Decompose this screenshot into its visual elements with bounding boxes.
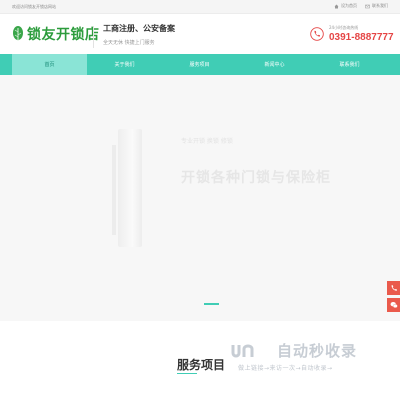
logo-text: 锁友开锁店 <box>27 27 100 43</box>
watermark: 自动秒收录 做上链接→来访一次→自动收录→ <box>230 340 357 372</box>
banner-door-edge <box>112 145 116 235</box>
watermark-logo-icon <box>231 344 254 357</box>
services-title: 服务项目 <box>177 358 226 372</box>
phone-icon <box>391 285 397 291</box>
slogan: 工商注册、公安备案 全天无休 快捷上门服务 <box>103 23 175 46</box>
float-phone-button[interactable] <box>387 281 400 295</box>
slider-indicator[interactable] <box>204 303 219 305</box>
banner-headline: 开锁各种门锁与保险柜 <box>181 170 331 186</box>
banner-subtitle: 专业开锁 换锁 修锁 <box>181 138 233 145</box>
contact-link[interactable]: 联系我们 <box>365 3 388 9</box>
nav-item-news[interactable]: 新闻中心 <box>237 54 312 75</box>
top-bar: 欢迎访问锁友开锁店网站 设为首页 联系我们 <box>0 0 400 14</box>
hotline[interactable]: 24小时咨询热线 0391-8887777 <box>309 25 394 43</box>
set-homepage-label: 设为首页 <box>341 3 357 8</box>
hotline-text: 24小时咨询热线 0391-8887777 <box>329 25 394 43</box>
float-wechat-button[interactable] <box>387 298 400 312</box>
contact-link-label: 联系我们 <box>372 3 388 8</box>
wechat-icon <box>390 302 398 308</box>
main-nav: 首页 关于我们 服务项目 新闻中心 联系我们 <box>0 54 400 75</box>
watermark-main-text: 自动秒收录 <box>277 342 358 360</box>
hotline-number: 0391-8887777 <box>329 32 394 43</box>
watermark-main-row: 自动秒收录 <box>230 340 357 361</box>
site-header: 锁友开锁店 工商注册、公安备案 全天无休 快捷上门服务 24小时咨询热线 039… <box>0 14 400 54</box>
phone-icon <box>309 26 325 42</box>
welcome-text: 欢迎访问锁友开锁店网站 <box>12 4 56 9</box>
nav-item-services[interactable]: 服务项目 <box>162 54 237 75</box>
services-title-underline <box>177 373 197 374</box>
top-links: 设为首页 联系我们 <box>334 3 388 9</box>
watermark-sub-text: 做上链接→来访一次→自动收录→ <box>238 365 333 372</box>
nav-item-about[interactable]: 关于我们 <box>87 54 162 75</box>
message-icon <box>365 4 370 8</box>
home-icon <box>334 4 339 8</box>
nav-item-home[interactable]: 首页 <box>12 54 87 75</box>
nav-item-contact[interactable]: 联系我们 <box>312 54 387 75</box>
set-homepage-link[interactable]: 设为首页 <box>334 3 357 9</box>
leaf-logo-icon <box>13 26 23 41</box>
site-logo[interactable]: 锁友开锁店 <box>12 24 100 44</box>
slogan-main: 工商注册、公安备案 <box>103 24 175 33</box>
slogan-sub: 全天无休 快捷上门服务 <box>103 40 155 46</box>
banner-door-panel <box>118 129 142 247</box>
hero-banner[interactable]: 专业开锁 换锁 修锁 开锁各种门锁与保险柜 <box>0 75 400 321</box>
hotline-label: 24小时咨询热线 <box>329 25 359 30</box>
header-divider <box>93 26 94 48</box>
